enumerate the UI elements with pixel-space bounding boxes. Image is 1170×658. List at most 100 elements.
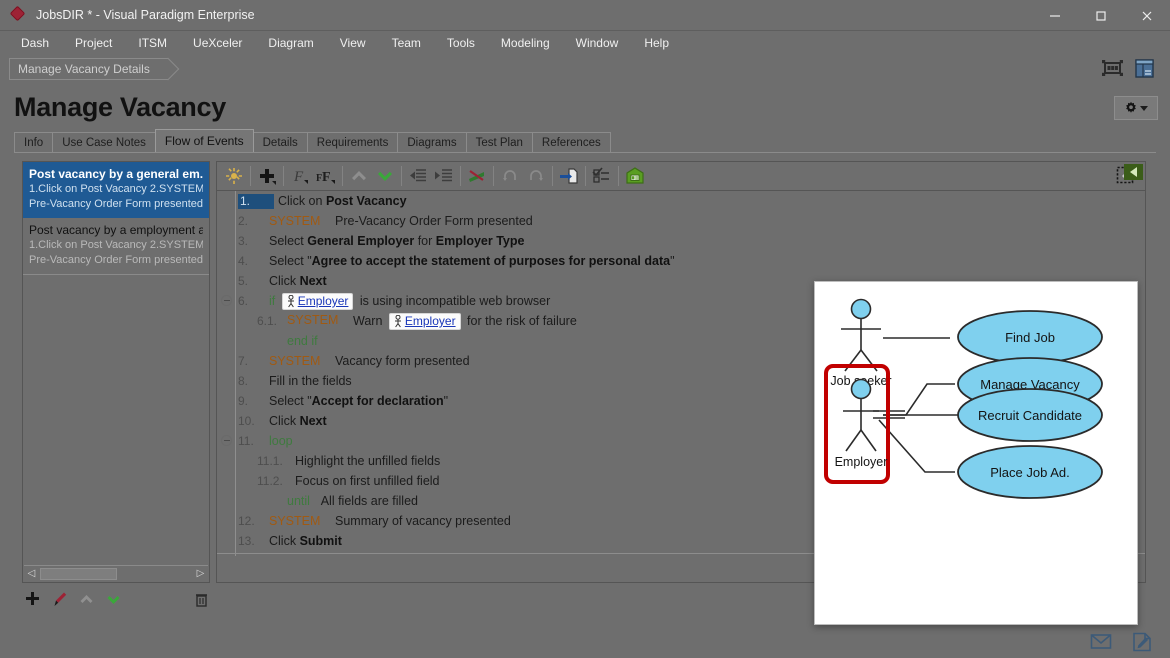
collapse-left-icon[interactable] (1124, 164, 1143, 180)
use-case-recruit-candidate[interactable]: Recruit Candidate (957, 388, 1103, 442)
wireframe-icon[interactable] (622, 164, 648, 188)
menu-item-modeling[interactable]: Modeling (488, 33, 563, 53)
edit-pen-icon[interactable] (51, 591, 68, 608)
actor-link-chip[interactable]: Employer (388, 312, 461, 330)
checklist-icon[interactable] (589, 164, 615, 188)
menu-item-tools[interactable]: Tools (434, 33, 488, 53)
step-text: Focus on first unfilled field (295, 474, 440, 488)
flow-row[interactable]: 4. Select "Agree to accept the statement… (217, 251, 1145, 271)
tab-info[interactable]: Info (14, 132, 54, 152)
menu-item-uexceler[interactable]: UeXceler (180, 33, 255, 53)
step-number: 8. (238, 374, 249, 388)
move-down-icon[interactable] (105, 591, 122, 608)
top-right-icon-group (1101, 58, 1156, 80)
tab-requirements[interactable]: Requirements (306, 132, 399, 152)
flag-icon[interactable] (464, 164, 490, 188)
tab-test-plan[interactable]: Test Plan (465, 132, 533, 152)
filmstrip-icon[interactable] (1101, 58, 1124, 80)
menu-item-view[interactable]: View (327, 33, 379, 53)
until-condition: All fields are filled (317, 494, 418, 508)
step-number: 10. (238, 414, 255, 428)
status-bar (1090, 632, 1154, 652)
mail-envelope-icon[interactable] (1090, 632, 1112, 652)
scenario-preview-line-1: 1.Click on Post Vacancy 2.SYSTEM (29, 183, 203, 195)
note-edit-icon[interactable] (1132, 632, 1154, 652)
undo-icon[interactable] (497, 164, 523, 188)
step-text: Select "Accept for declaration" (269, 394, 449, 408)
scroll-left-icon[interactable]: ◁ (24, 566, 39, 581)
step-number: 6. (238, 294, 249, 308)
tab-flow-of-events[interactable]: Flow of Events (154, 129, 254, 152)
use-case-place-job-ad[interactable]: Place Job Ad. (957, 445, 1103, 499)
step-number: 3. (238, 234, 249, 248)
use-case-diagram-canvas: Job seeker Employer Find Job Manage Vaca… (815, 282, 1137, 624)
use-case-label: Place Job Ad. (990, 465, 1070, 480)
step-number: 13. (238, 534, 255, 548)
tab-strip: Info Use Case Notes Flow of Events Detai… (14, 129, 611, 152)
redo-icon[interactable] (523, 164, 549, 188)
indent-icon[interactable] (431, 164, 457, 188)
menu-item-diagram[interactable]: Diagram (255, 33, 326, 53)
use-case-find-job[interactable]: Find Job (957, 310, 1103, 364)
tab-use-case-notes[interactable]: Use Case Notes (52, 132, 156, 152)
add-scenario-icon[interactable] (24, 591, 41, 608)
list-item[interactable]: Post vacancy by a employment ager 1.Clic… (23, 218, 209, 275)
collapse-toggle-icon[interactable] (221, 295, 232, 306)
scenario-preview-line-2: Pre-Vacancy Order Form presented... (29, 254, 203, 266)
actor-link-label[interactable]: Employer (298, 294, 349, 308)
move-down-icon[interactable] (372, 164, 398, 188)
delete-trash-icon[interactable] (193, 591, 210, 608)
format-font-icon[interactable]: FF (313, 164, 339, 188)
horizontal-scrollbar[interactable]: ◁ ▷ (24, 565, 208, 581)
diamond-logo-icon (9, 5, 27, 24)
use-case-label: Find Job (1005, 330, 1055, 345)
scenario-list-panel: Post vacancy by a general em. 1.Click on… (22, 161, 210, 583)
svg-text:F: F (322, 170, 331, 185)
step-text: end if (287, 334, 318, 348)
insert-doc-icon[interactable] (556, 164, 582, 188)
step-number: 11.1. (257, 454, 283, 468)
step-text: SYSTEM Summary of vacancy presented (269, 514, 511, 528)
collapse-toggle-icon[interactable] (221, 435, 232, 446)
menu-item-project[interactable]: Project (62, 33, 125, 53)
add-step-icon[interactable] (254, 164, 280, 188)
menu-item-dash[interactable]: Dash (8, 33, 62, 53)
menu-item-help[interactable]: Help (631, 33, 682, 53)
maximize-icon[interactable] (1078, 0, 1124, 31)
actor-label: Employer (835, 455, 888, 469)
menu-item-itsm[interactable]: ITSM (125, 33, 180, 53)
tab-references[interactable]: References (531, 132, 611, 152)
step-number: 12. (238, 514, 255, 528)
format-italic-icon[interactable]: F (287, 164, 313, 188)
step-text: Highlight the unfilled fields (295, 454, 441, 468)
scroll-right-icon[interactable]: ▷ (193, 566, 208, 581)
sparkle-icon[interactable] (221, 164, 247, 188)
move-up-icon[interactable] (346, 164, 372, 188)
tab-diagrams[interactable]: Diagrams (397, 132, 467, 152)
menu-item-window[interactable]: Window (563, 33, 632, 53)
minimize-icon[interactable] (1032, 0, 1078, 31)
use-case-diagram-popup[interactable]: Job seeker Employer Find Job Manage Vaca… (814, 281, 1138, 625)
gear-icon (1124, 101, 1138, 115)
close-icon[interactable] (1124, 0, 1170, 31)
outdent-icon[interactable] (405, 164, 431, 188)
list-item[interactable]: Post vacancy by a general em. 1.Click on… (23, 162, 209, 218)
actor-link-chip[interactable]: Employer (281, 292, 354, 310)
move-up-icon[interactable] (78, 591, 95, 608)
scrollbar-thumb[interactable] (40, 567, 117, 580)
panel-layout-icon[interactable] (1133, 58, 1156, 80)
step-text: Select General Employer for Employer Typ… (269, 234, 525, 248)
breadcrumb[interactable]: Manage Vacancy Details (9, 58, 168, 80)
settings-gear-button[interactable] (1114, 96, 1158, 120)
actor-link-label[interactable]: Employer (405, 314, 456, 328)
tab-details[interactable]: Details (252, 132, 308, 152)
flow-row[interactable]: 3. Select General Employer for Employer … (217, 231, 1145, 251)
flow-row[interactable]: 1. Click on Post Vacancy (217, 191, 1145, 211)
flow-toolbar: F FF (217, 162, 1145, 191)
menu-item-team[interactable]: Team (379, 33, 434, 53)
step-text: SYSTEM Pre-Vacancy Order Form presented (269, 214, 533, 228)
breadcrumb-row: Manage Vacancy Details (0, 55, 1170, 83)
chevron-down-icon (1140, 105, 1148, 111)
step-text: until All fields are filled (283, 494, 418, 508)
flow-row[interactable]: 2. SYSTEM Pre-Vacancy Order Form presente… (217, 211, 1145, 231)
